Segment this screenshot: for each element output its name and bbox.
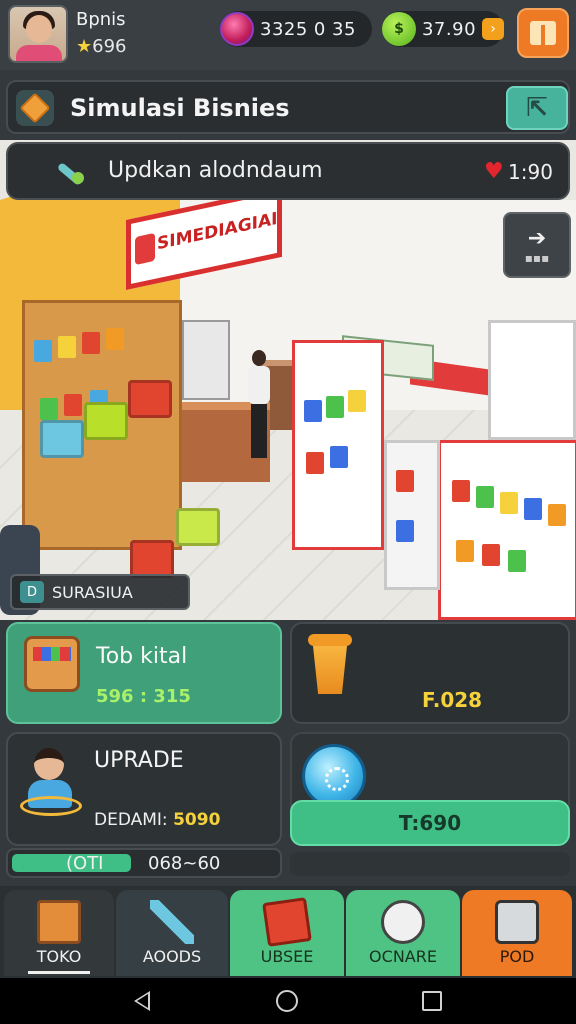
basket[interactable]	[84, 402, 128, 440]
star-count: 696	[92, 36, 127, 57]
star-icon: ★	[76, 36, 93, 57]
nav-tab-toko[interactable]: TOKO	[4, 890, 114, 976]
status-bar[interactable]: Updkan alodndaum ♥ 1:90	[6, 142, 570, 200]
shop-card-title: Tob kital	[96, 644, 188, 669]
shop-card[interactable]: Tob kital 596 : 315	[6, 622, 282, 724]
nav-label: OCNARE	[369, 947, 437, 966]
nav-label: POD	[499, 947, 535, 966]
upgrade-card[interactable]: UPRADE DEDAMI: 5090	[6, 732, 282, 846]
nav-tab-pod[interactable]: POD	[462, 890, 572, 976]
tools-icon	[150, 900, 194, 944]
coin-icon: $	[382, 12, 416, 46]
gems-extra: 0 35	[313, 18, 356, 40]
game-screen: Bpnis ★696 3325 0 35 $ 37.90 › Simulasi …	[0, 0, 576, 1024]
safe-icon	[495, 900, 539, 944]
location-icon: D	[20, 581, 44, 603]
upgrade-title: UPRADE	[94, 748, 184, 773]
door-icon	[530, 21, 556, 45]
basket[interactable]	[128, 380, 172, 418]
nav-tab-goods[interactable]: AOODS	[116, 890, 228, 976]
dial-icon	[302, 744, 366, 808]
scene-location-label[interactable]: D SURASIUA	[10, 574, 190, 610]
right-top-shelf[interactable]	[488, 320, 576, 440]
top-bar: Bpnis ★696 3325 0 35 $ 37.90 ›	[0, 0, 576, 70]
tools-icon	[54, 158, 86, 187]
title-bar: Simulasi Bisnies ⇱	[6, 80, 570, 134]
add-coins-button[interactable]: ›	[482, 18, 504, 40]
gems-value: 3325	[260, 18, 308, 40]
book-icon	[262, 897, 312, 947]
upgrade-cost-value: 5090	[173, 810, 221, 830]
cup-icon	[308, 634, 352, 696]
nav-label: AOODS	[142, 947, 202, 966]
exit-arrow-button[interactable]: ⇱	[506, 86, 568, 130]
player-stars: ★696	[76, 36, 127, 57]
basket[interactable]	[176, 508, 220, 546]
player-avatar[interactable]	[8, 5, 68, 63]
recents-icon[interactable]	[422, 991, 442, 1011]
status-timer: 1:90	[508, 160, 553, 184]
scene-label-text: SURASIUA	[52, 582, 133, 602]
staff-avatar-icon	[20, 748, 82, 816]
back-icon[interactable]	[134, 991, 150, 1011]
status-message: Updkan alodndaum	[108, 158, 323, 183]
gem-icon	[220, 12, 254, 46]
gems-counter[interactable]: 3325 0 35	[220, 11, 372, 47]
page-title: Simulasi Bisnies	[70, 94, 290, 122]
secondary-bar	[290, 852, 570, 876]
box-icon	[37, 900, 81, 944]
menu-button[interactable]	[517, 8, 569, 58]
shop-icon	[24, 636, 80, 692]
display-fridge[interactable]	[182, 320, 230, 400]
nav-tab-explore[interactable]: OCNARE	[346, 890, 460, 976]
basket[interactable]	[40, 420, 84, 458]
upgrade-cost: DEDAMI: 5090	[94, 810, 220, 830]
shop-card-value: 596 : 315	[96, 686, 191, 707]
coins-counter[interactable]: $ 37.90 ›	[382, 11, 504, 47]
bottom-nav: TOKO AOODS UBSEE OCNARE POD	[0, 886, 576, 978]
nav-tab-upgrade[interactable]: UBSEE	[230, 890, 344, 976]
nav-label: TOKO	[36, 947, 82, 966]
globe-icon	[381, 900, 425, 944]
system-nav-bar	[0, 978, 576, 1024]
drink-card[interactable]: F.028	[290, 622, 570, 724]
store-scene[interactable]: SIMEDIAGIAI	[0, 140, 576, 620]
progress-right-label: 068~60	[148, 853, 221, 874]
collect-button-label: T:690	[398, 811, 462, 835]
player-name: Bpnis	[76, 9, 126, 30]
heart-icon: ♥	[484, 159, 504, 184]
progress-bar: (OTI 068~60	[6, 848, 282, 878]
right-shelf[interactable]	[438, 440, 576, 620]
progress-left-label: (OTI	[66, 853, 104, 874]
upgrade-cost-label: DEDAMI:	[94, 810, 168, 830]
home-icon[interactable]	[276, 990, 298, 1012]
basket[interactable]	[130, 540, 174, 578]
drink-card-value: F.028	[422, 688, 483, 712]
nav-label: UBSEE	[260, 947, 314, 966]
business-icon	[16, 90, 54, 126]
center-shelf[interactable]	[292, 340, 384, 550]
aisle-shelf[interactable]	[384, 440, 440, 590]
collect-button[interactable]: T:690	[290, 800, 570, 846]
next-arrow-button[interactable]: ➔ ▪▪▪	[503, 212, 571, 278]
coins-value: 37.90	[421, 18, 477, 40]
shopkeeper[interactable]	[246, 350, 272, 460]
